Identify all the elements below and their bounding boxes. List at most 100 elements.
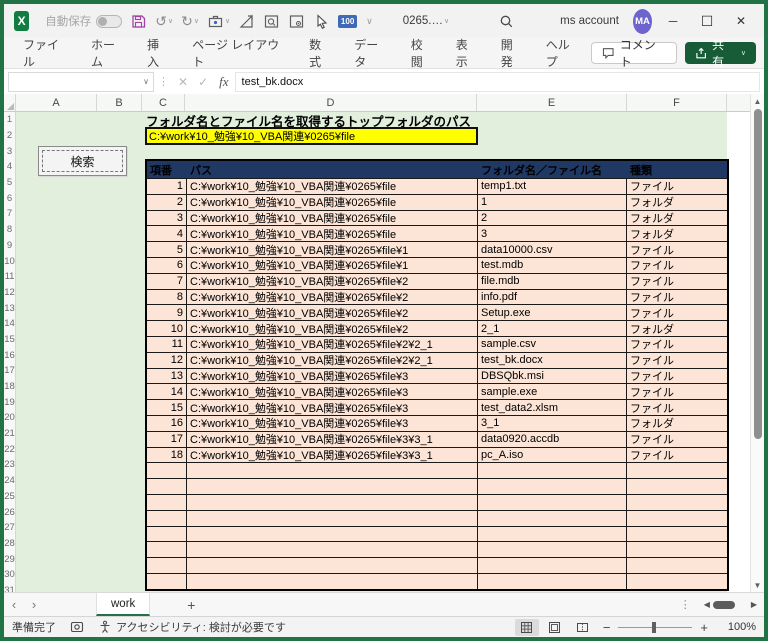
table-cell[interactable]: C:¥work¥10_勉強¥10_VBA関連¥0265¥file¥1 — [187, 242, 478, 257]
ribbon-tab-3[interactable]: ページ レイアウト — [181, 38, 298, 69]
table-cell[interactable] — [187, 542, 478, 558]
table-cell[interactable] — [187, 463, 478, 479]
table-cell[interactable]: C:¥work¥10_勉強¥10_VBA関連¥0265¥file — [187, 194, 478, 210]
table-cell[interactable]: file.mdb — [478, 273, 627, 289]
row-header-23[interactable]: 23 — [4, 457, 15, 473]
row-header-25[interactable]: 25 — [4, 489, 15, 505]
table-cell[interactable]: ファイル — [627, 258, 727, 273]
table-cell[interactable] — [187, 494, 478, 510]
search-button[interactable] — [499, 14, 514, 29]
table-cell[interactable] — [627, 479, 727, 494]
table-cell[interactable]: C:¥work¥10_勉強¥10_VBA関連¥0265¥file¥3¥3_1 — [187, 447, 478, 463]
row-header-24[interactable]: 24 — [4, 473, 15, 489]
table-cell[interactable] — [627, 542, 727, 557]
table-cell[interactable]: フォルダ — [627, 226, 727, 241]
table-cell[interactable]: sample.exe — [478, 384, 627, 400]
cancel-entry-button[interactable]: ✕ — [178, 75, 188, 89]
table-cell[interactable] — [627, 511, 727, 526]
table-cell[interactable]: C:¥work¥10_勉強¥10_VBA関連¥0265¥file¥3 — [187, 400, 478, 415]
table-header-cell[interactable]: パス — [187, 161, 478, 178]
table-cell[interactable]: sample.csv — [478, 336, 627, 352]
add-sheet-button[interactable]: + — [180, 597, 202, 613]
table-cell[interactable]: 2_1 — [478, 321, 627, 336]
ribbon-tab-4[interactable]: 数式 — [298, 38, 343, 69]
table-cell[interactable]: test_bk.docx — [478, 352, 627, 368]
table-cell[interactable] — [147, 463, 187, 479]
table-cell[interactable] — [627, 527, 727, 542]
table-cell[interactable]: data0920.accdb — [478, 431, 627, 447]
design-mode-button[interactable] — [238, 13, 255, 30]
minimize-button[interactable]: ─ — [656, 6, 690, 36]
table-cell[interactable]: 2 — [147, 194, 187, 210]
table-cell[interactable] — [478, 542, 627, 558]
zoom-100-button[interactable]: 100 — [338, 14, 358, 28]
table-cell[interactable]: info.pdf — [478, 289, 627, 305]
table-cell[interactable]: 8 — [147, 289, 187, 305]
table-cell[interactable] — [478, 573, 627, 589]
table-cell[interactable]: 3 — [478, 226, 627, 242]
zoom-out-button[interactable]: − — [599, 620, 615, 635]
properties-button[interactable] — [288, 13, 305, 30]
ribbon-tab-9[interactable]: ヘルプ — [535, 38, 592, 69]
row-header-4[interactable]: 4 — [4, 159, 15, 175]
table-cell[interactable]: test.mdb — [478, 257, 627, 273]
row-header-12[interactable]: 12 — [4, 285, 15, 301]
row-header-20[interactable]: 20 — [4, 410, 15, 426]
enter-entry-button[interactable]: ✓ — [198, 75, 208, 89]
row-header-19[interactable]: 19 — [4, 394, 15, 410]
avatar[interactable]: MA — [632, 8, 652, 34]
sheet-tab-work[interactable]: work — [96, 593, 151, 616]
table-cell[interactable]: フォルダ — [627, 211, 727, 226]
comments-button[interactable]: コメント — [591, 38, 677, 69]
code-preview-button[interactable] — [263, 13, 280, 30]
table-cell[interactable] — [147, 510, 187, 526]
row-header-18[interactable]: 18 — [4, 379, 15, 395]
row-header-7[interactable]: 7 — [4, 206, 15, 222]
table-cell[interactable]: C:¥work¥10_勉強¥10_VBA関連¥0265¥file¥2 — [187, 321, 478, 336]
table-cell[interactable]: 11 — [147, 336, 187, 352]
table-header-cell[interactable]: 項番 — [147, 161, 187, 178]
table-cell[interactable] — [187, 479, 478, 494]
table-cell[interactable]: C:¥work¥10_勉強¥10_VBA関連¥0265¥file¥3 — [187, 368, 478, 384]
table-cell[interactable]: 13 — [147, 368, 187, 384]
table-cell[interactable]: C:¥work¥10_勉強¥10_VBA関連¥0265¥file¥3¥3_1 — [187, 431, 478, 447]
table-cell[interactable]: 2 — [478, 210, 627, 226]
row-header-31[interactable]: 31 — [4, 583, 15, 592]
namebox-resize-handle[interactable]: ⋮ — [158, 75, 169, 88]
table-cell[interactable] — [187, 558, 478, 573]
document-title[interactable]: 0265.… ∨ — [403, 15, 449, 27]
table-header-cell[interactable]: フォルダ名／ファイル名 — [478, 161, 627, 178]
zoom-in-button[interactable]: + — [696, 620, 712, 635]
table-cell[interactable] — [478, 479, 627, 494]
row-header-29[interactable]: 29 — [4, 551, 15, 567]
zoom-level[interactable]: 100% — [722, 621, 756, 633]
ribbon-tab-7[interactable]: 表示 — [445, 38, 490, 69]
table-cell[interactable] — [187, 510, 478, 526]
table-cell[interactable]: 6 — [147, 257, 187, 273]
table-cell[interactable]: 4 — [147, 226, 187, 242]
page-break-view-button[interactable] — [571, 619, 595, 636]
row-header-22[interactable]: 22 — [4, 441, 15, 457]
row-header-26[interactable]: 26 — [4, 504, 15, 520]
account-label[interactable]: ms account — [560, 15, 619, 27]
row-header-9[interactable]: 9 — [4, 238, 15, 254]
select-objects-button[interactable] — [313, 13, 330, 30]
table-cell[interactable] — [147, 573, 187, 589]
table-cell[interactable]: C:¥work¥10_勉強¥10_VBA関連¥0265¥file¥1 — [187, 257, 478, 273]
table-cell[interactable] — [187, 526, 478, 542]
ribbon-tab-1[interactable]: ホーム — [80, 38, 136, 69]
row-header-28[interactable]: 28 — [4, 536, 15, 552]
table-cell[interactable]: C:¥work¥10_勉強¥10_VBA関連¥0265¥file¥2¥2_1 — [187, 352, 478, 368]
table-cell[interactable] — [147, 526, 187, 542]
table-cell[interactable]: 15 — [147, 400, 187, 415]
row-header-17[interactable]: 17 — [4, 363, 15, 379]
table-cell[interactable]: C:¥work¥10_勉強¥10_VBA関連¥0265¥file¥2¥2_1 — [187, 336, 478, 352]
table-cell[interactable]: ファイル — [627, 274, 727, 289]
table-cell[interactable]: test_data2.xlsm — [478, 400, 627, 415]
ribbon-tab-6[interactable]: 校閲 — [400, 38, 445, 69]
row-header-21[interactable]: 21 — [4, 426, 15, 442]
column-header-E[interactable]: E — [477, 94, 627, 111]
row-header-2[interactable]: 2 — [4, 128, 15, 144]
table-cell[interactable]: 1 — [147, 179, 187, 194]
table-cell[interactable]: 18 — [147, 447, 187, 463]
